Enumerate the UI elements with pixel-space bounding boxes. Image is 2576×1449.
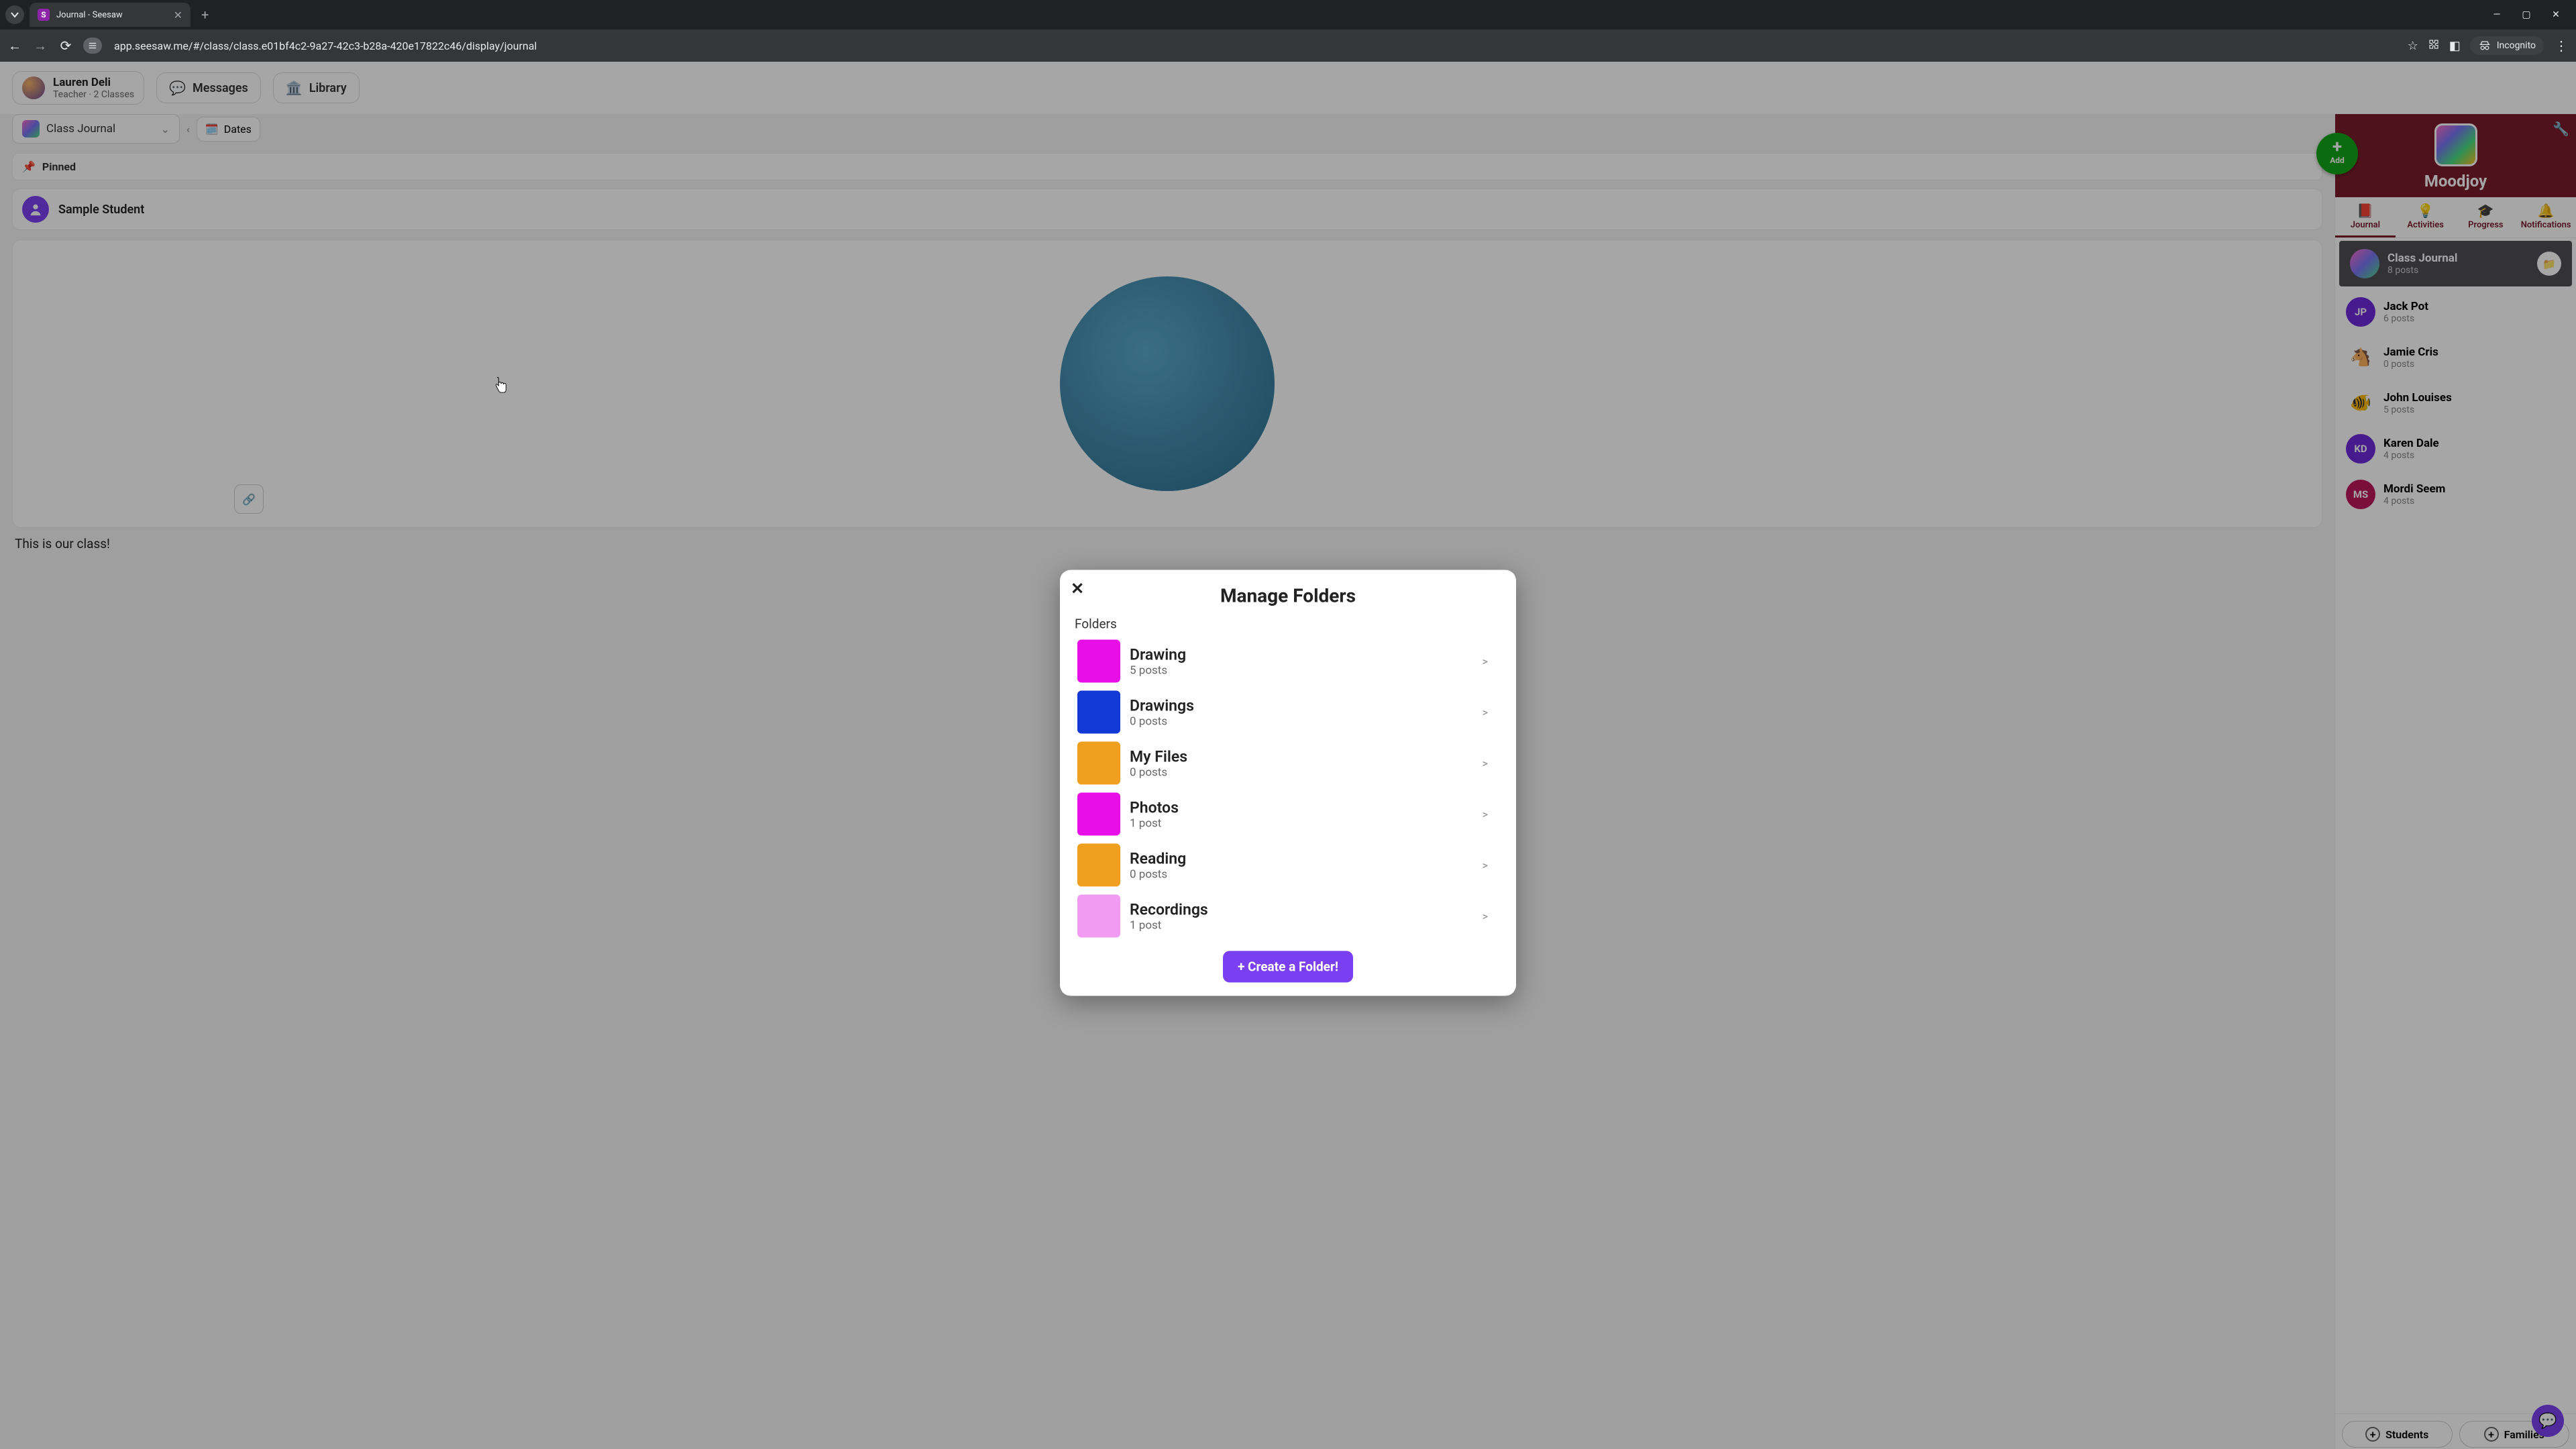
modal-title: Manage Folders [1060,582,1516,616]
folder-post-count: 0 posts [1130,714,1194,728]
tune-icon [88,41,97,50]
reload-button[interactable]: ⟳ [58,38,74,54]
folder-color-swatch [1077,895,1120,938]
app-root: Lauren Deli Teacher · 2 Classes 💬 Messag… [0,62,2576,1449]
incognito-label: Incognito [2497,40,2536,51]
folder-row[interactable]: Reading0 posts > [1075,840,1504,891]
chevron-right-icon: > [1483,910,1501,922]
folder-color-swatch [1077,844,1120,887]
chevron-right-icon: > [1483,706,1501,718]
folder-color-swatch [1077,691,1120,734]
browser-tab[interactable]: S Journal - Seesaw ✕ [30,3,191,27]
site-info-button[interactable] [83,38,102,54]
extensions-icon[interactable] [2428,38,2440,54]
folder-color-swatch [1077,742,1120,785]
folders-list[interactable]: Drawing5 posts>Drawings0 posts>My Files0… [1060,636,1516,942]
folder-name: Drawing [1130,645,1186,663]
create-folder-button[interactable]: + Create a Folder! [1223,951,1353,983]
browser-chrome: S Journal - Seesaw ✕ + — ▢ ✕ ← → ⟳ app.s… [0,0,2576,62]
tab-strip: S Journal - Seesaw ✕ + — ▢ ✕ [0,0,2576,30]
incognito-icon [2478,39,2491,52]
close-window-button[interactable]: ✕ [2549,9,2563,20]
folder-post-count: 1 post [1130,816,1179,830]
folder-post-count: 0 posts [1130,867,1186,881]
bookmark-star-icon[interactable]: ☆ [2408,39,2418,53]
folder-row[interactable]: Recordings1 post > [1075,891,1504,942]
side-panel-icon[interactable]: ◧ [2449,39,2461,53]
folder-post-count: 0 posts [1130,765,1187,779]
chevron-right-icon: > [1483,859,1501,871]
folder-color-swatch [1077,640,1120,683]
tab-title: Journal - Seesaw [56,10,167,20]
folder-row[interactable]: My Files0 posts > [1075,738,1504,789]
folder-color-swatch [1077,793,1120,836]
tabs-dropdown-button[interactable] [5,5,24,24]
modal-close-button[interactable]: ✕ [1071,580,1084,598]
folder-name: Drawings [1130,696,1194,714]
puzzle-icon [2428,38,2440,50]
back-button[interactable]: ← [7,38,23,54]
chevron-right-icon: > [1483,655,1501,667]
new-tab-button[interactable]: + [196,7,214,23]
chevron-down-icon [11,11,19,19]
folder-row[interactable]: Drawings0 posts > [1075,687,1504,738]
folder-name: Recordings [1130,900,1208,918]
folder-name: Reading [1130,849,1186,867]
incognito-chip[interactable]: Incognito [2470,36,2544,55]
folder-row[interactable]: Drawing5 posts > [1075,636,1504,687]
seesaw-favicon: S [38,9,50,21]
window-controls: — ▢ ✕ [2490,9,2571,20]
forward-button[interactable]: → [32,38,48,54]
chevron-right-icon: > [1483,808,1501,820]
url-text[interactable]: app.seesaw.me/#/class/class.e01bf4c2-9a2… [111,40,2398,52]
folder-post-count: 5 posts [1130,663,1186,677]
manage-folders-modal: ✕ Manage Folders Folders Drawing5 posts >… [1060,570,1516,996]
browser-menu-button[interactable]: ⋮ [2553,38,2569,54]
folder-row[interactable]: Photos1 post > [1075,789,1504,840]
minimize-button[interactable]: — [2490,9,2504,20]
maximize-button[interactable]: ▢ [2520,9,2533,20]
chevron-right-icon: > [1483,757,1501,769]
folder-name: My Files [1130,747,1187,765]
folder-post-count: 1 post [1130,918,1208,932]
folders-section-label: Folders [1060,616,1516,636]
folder-name: Photos [1130,798,1179,816]
close-tab-button[interactable]: ✕ [174,9,182,21]
address-bar: ← → ⟳ app.seesaw.me/#/class/class.e01bf4… [0,30,2576,62]
